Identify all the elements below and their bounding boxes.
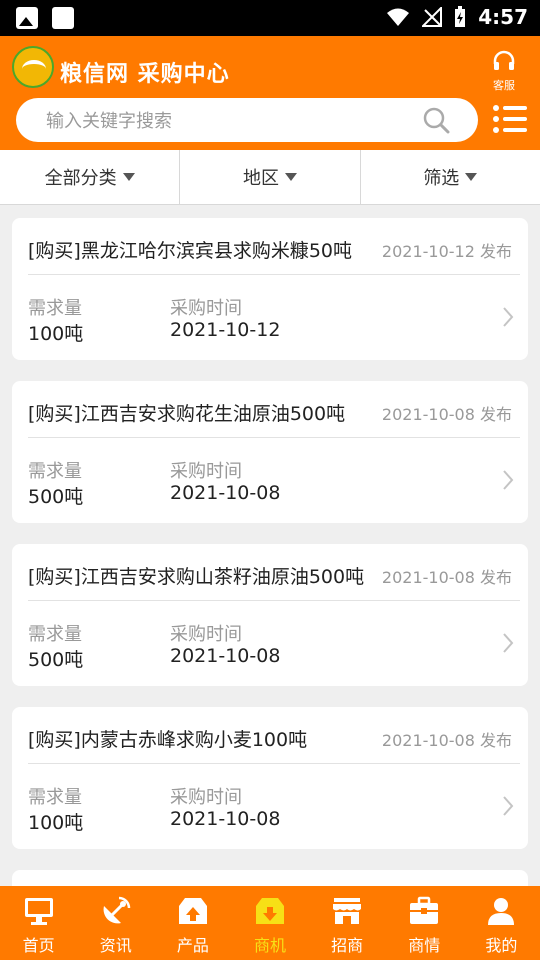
quantity-value: 500吨 bbox=[28, 486, 84, 508]
card-title: [购买]内蒙古赤峰求购小麦100吨 bbox=[28, 729, 308, 751]
purchase-card[interactable]: [购买]黑龙江哈尔滨宾县求购米糠50吨 2021-10-12 发布 需求量 10… bbox=[12, 218, 528, 360]
card-posted-date: 2021-10-08 发布 bbox=[381, 405, 512, 424]
dropdown-arrow-icon bbox=[465, 173, 478, 181]
filter-screen[interactable]: 筛选 bbox=[361, 150, 540, 204]
store-icon bbox=[333, 898, 362, 924]
no-signal-icon bbox=[422, 7, 443, 27]
card-posted-date: 2021-10-12 发布 bbox=[381, 242, 512, 261]
customer-service-button[interactable]: 客服 bbox=[484, 50, 524, 93]
chevron-right-icon bbox=[503, 470, 514, 490]
chevron-right-icon bbox=[503, 307, 514, 327]
search-input[interactable] bbox=[44, 98, 418, 144]
quantity-value: 100吨 bbox=[28, 323, 84, 345]
search-bar bbox=[16, 98, 478, 144]
headphones-icon bbox=[493, 50, 515, 70]
filter-region[interactable]: 地区 bbox=[180, 150, 361, 204]
person-icon bbox=[488, 898, 515, 925]
customer-service-label: 客服 bbox=[493, 79, 515, 92]
chevron-right-icon bbox=[503, 796, 514, 816]
purchase-time-value: 2021-10-08 bbox=[170, 808, 281, 830]
bottom-tab-bar: 首页 资讯 产品 商机 招商 商情 我的 bbox=[0, 886, 540, 960]
purchase-card[interactable]: [购买]江西吉安求购花生油原油500吨 2021-10-08 发布 需求量 50… bbox=[12, 381, 528, 523]
download-box-icon bbox=[255, 898, 284, 924]
purchase-time-value: 2021-10-12 bbox=[170, 319, 281, 341]
purchase-card[interactable]: [购买]内蒙古赤峰求购小麦100吨 2021-10-08 发布 需求量 100吨… bbox=[12, 707, 528, 849]
card-title: [购买]黑龙江哈尔滨宾县求购米糠50吨 bbox=[28, 240, 353, 262]
purchase-card[interactable]: [购买]江西吉安求购山茶籽油原油500吨 2021-10-08 发布 需求量 5… bbox=[12, 544, 528, 686]
dropdown-arrow-icon bbox=[284, 173, 297, 181]
card-title: [购买]江西吉安求购花生油原油500吨 bbox=[28, 403, 346, 425]
gallery-icon bbox=[16, 7, 38, 29]
dropdown-arrow-icon bbox=[122, 173, 135, 181]
tab-products[interactable]: 产品 bbox=[154, 886, 231, 960]
tab-news[interactable]: 资讯 bbox=[77, 886, 154, 960]
quantity-label: 需求量 bbox=[28, 298, 82, 319]
purchase-time-value: 2021-10-08 bbox=[170, 482, 281, 504]
divider bbox=[28, 437, 520, 438]
quantity-label: 需求量 bbox=[28, 461, 82, 482]
wifi-icon bbox=[387, 8, 410, 26]
battery-icon bbox=[455, 6, 466, 27]
clock: 4:57 bbox=[478, 5, 528, 29]
monitor-icon bbox=[24, 898, 53, 925]
upload-box-icon bbox=[178, 898, 207, 924]
purchase-time-label: 采购时间 bbox=[170, 461, 242, 482]
quantity-label: 需求量 bbox=[28, 787, 82, 808]
card-posted-date: 2021-10-08 发布 bbox=[381, 568, 512, 587]
status-bar: 4:57 bbox=[0, 0, 540, 36]
page-title: 粮信网 采购中心 bbox=[60, 62, 230, 87]
briefcase-icon bbox=[410, 896, 439, 924]
purchase-time-label: 采购时间 bbox=[170, 787, 242, 808]
tab-market[interactable]: 商情 bbox=[386, 886, 463, 960]
card-title: [购买]江西吉安求购山茶籽油原油500吨 bbox=[28, 566, 365, 588]
purchase-time-value: 2021-10-08 bbox=[170, 645, 281, 667]
logo-icon bbox=[12, 46, 54, 88]
divider bbox=[28, 763, 520, 764]
quantity-value: 100吨 bbox=[28, 812, 84, 834]
chevron-right-icon bbox=[503, 633, 514, 653]
divider bbox=[28, 600, 520, 601]
satellite-icon bbox=[103, 896, 130, 924]
filter-bar: 全部分类 地区 筛选 bbox=[0, 150, 540, 205]
tab-opportunities[interactable]: 商机 bbox=[231, 886, 308, 960]
divider bbox=[28, 274, 520, 275]
menu-list-icon[interactable] bbox=[492, 102, 528, 136]
quantity-label: 需求量 bbox=[28, 624, 82, 645]
purchase-time-label: 采购时间 bbox=[170, 624, 242, 645]
tab-home[interactable]: 首页 bbox=[0, 886, 77, 960]
tab-investment[interactable]: 招商 bbox=[309, 886, 386, 960]
search-icon[interactable] bbox=[422, 106, 450, 134]
card-posted-date: 2021-10-08 发布 bbox=[381, 731, 512, 750]
quantity-value: 500吨 bbox=[28, 649, 84, 671]
header: 粮信网 采购中心 客服 bbox=[0, 36, 540, 150]
filter-category[interactable]: 全部分类 bbox=[0, 150, 181, 204]
purchase-time-label: 采购时间 bbox=[170, 298, 242, 319]
tab-mine[interactable]: 我的 bbox=[463, 886, 540, 960]
notification-icon bbox=[52, 7, 74, 29]
